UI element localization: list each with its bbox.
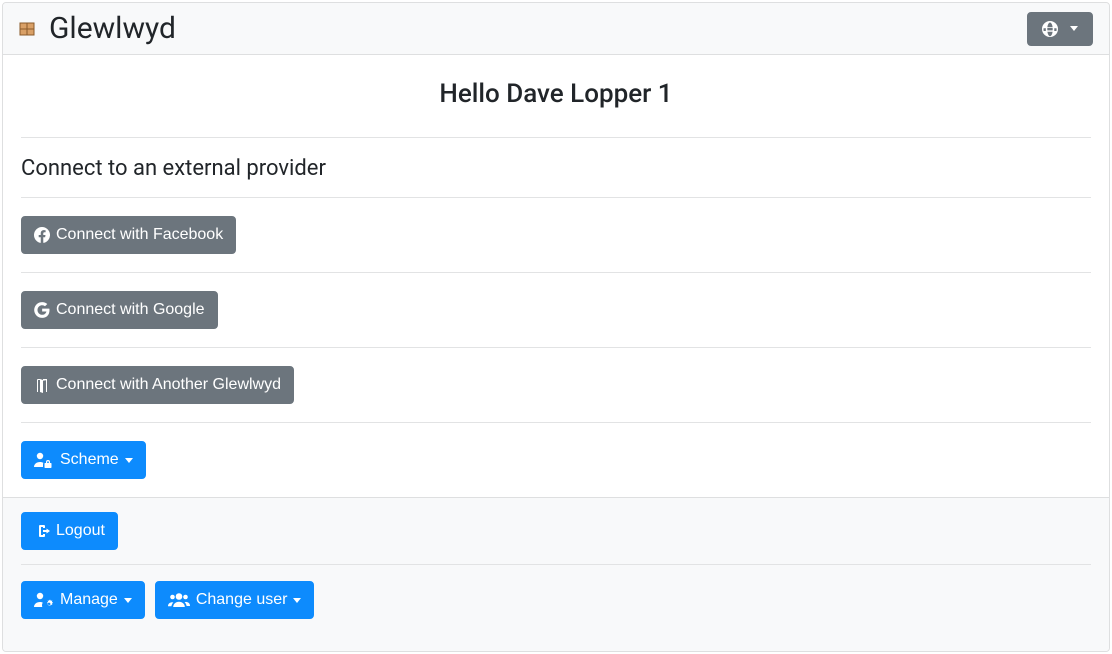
facebook-icon xyxy=(34,227,50,243)
logout-button[interactable]: Logout xyxy=(21,512,118,550)
language-switcher-button[interactable] xyxy=(1027,12,1093,46)
provider-row-facebook: Connect with Facebook xyxy=(21,197,1091,272)
provider-row-google: Connect with Google xyxy=(21,272,1091,347)
connect-facebook-button[interactable]: Connect with Facebook xyxy=(21,216,236,254)
change-user-dropdown-button[interactable]: Change user xyxy=(155,581,315,619)
caret-down-icon xyxy=(1070,26,1078,31)
connect-facebook-label: Connect with Facebook xyxy=(56,223,223,247)
external-providers-section: Connect to an external provider Connect … xyxy=(21,137,1091,497)
caret-down-icon xyxy=(124,598,132,603)
caret-down-icon xyxy=(125,458,133,463)
user-cog-icon xyxy=(34,592,54,608)
change-user-label: Change user xyxy=(196,588,288,612)
google-icon xyxy=(34,302,50,318)
door-open-icon xyxy=(34,377,50,393)
footer-row-actions: Manage Change user xyxy=(21,581,1091,633)
connect-glewlwyd-button[interactable]: Connect with Another Glewlwyd xyxy=(21,366,294,404)
brand-title: Glewlwyd xyxy=(49,11,176,46)
globe-icon xyxy=(1042,21,1058,37)
main-content: Hello Dave Lopper 1 Connect to an extern… xyxy=(3,79,1109,497)
connect-google-label: Connect with Google xyxy=(56,298,205,322)
user-lock-icon xyxy=(34,452,54,468)
logout-label: Logout xyxy=(56,519,105,543)
footer-row-logout: Logout xyxy=(21,512,1091,565)
manage-label: Manage xyxy=(60,588,118,612)
navbar: Glewlwyd xyxy=(3,3,1109,55)
provider-row-glewlwyd: Connect with Another Glewlwyd xyxy=(21,347,1091,422)
connect-glewlwyd-label: Connect with Another Glewlwyd xyxy=(56,373,281,397)
connect-google-button[interactable]: Connect with Google xyxy=(21,291,218,329)
users-icon xyxy=(168,592,190,608)
footer: Logout Manage xyxy=(3,497,1109,651)
manage-dropdown-button[interactable]: Manage xyxy=(21,581,145,619)
sign-out-icon xyxy=(34,523,50,539)
greeting-heading: Hello Dave Lopper 1 xyxy=(21,79,1091,109)
caret-down-icon xyxy=(293,598,301,603)
brand-logo-icon xyxy=(19,21,35,37)
app-window: Glewlwyd Hello Dave Lopper 1 Connect to … xyxy=(2,2,1110,652)
brand: Glewlwyd xyxy=(19,11,176,46)
scheme-label: Scheme xyxy=(60,448,119,472)
scheme-dropdown-button[interactable]: Scheme xyxy=(21,441,146,479)
scheme-row: Scheme xyxy=(21,422,1091,497)
section-title: Connect to an external provider xyxy=(21,156,1091,187)
